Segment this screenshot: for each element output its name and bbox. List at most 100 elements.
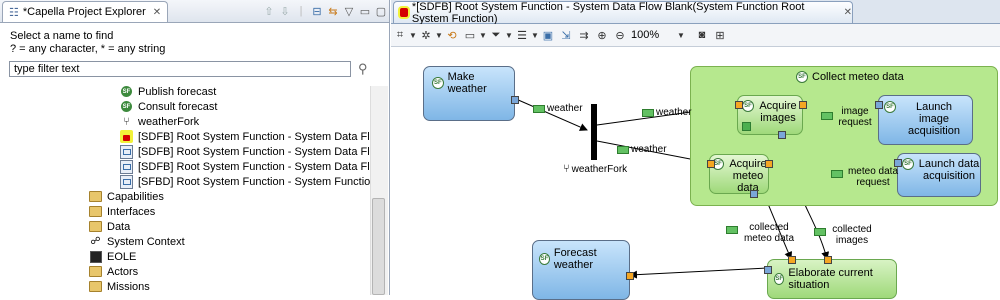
input-port[interactable] bbox=[824, 256, 832, 264]
tree-item-label: System Context bbox=[107, 235, 185, 248]
tree-item-label: Consult forecast bbox=[138, 100, 218, 113]
function-elaborate-current-situation[interactable]: SF Elaborate current situation bbox=[764, 256, 897, 299]
lock-icon bbox=[742, 122, 751, 131]
filter-icon[interactable]: ⏷ bbox=[487, 27, 505, 43]
connector-icon[interactable]: ⇉ bbox=[575, 27, 593, 43]
function-launch-image-acquisition[interactable]: SF Launch image acquisition bbox=[875, 95, 973, 145]
tree-item[interactable]: Actors bbox=[89, 264, 138, 279]
link-editor-icon[interactable]: ⇆ bbox=[326, 4, 340, 18]
input-port[interactable] bbox=[765, 160, 773, 168]
layers-menu-icon[interactable]: ☰ bbox=[513, 27, 531, 43]
exchange-label-weather[interactable]: weather bbox=[533, 103, 583, 114]
function-make-weather[interactable]: SF Make weather bbox=[423, 66, 519, 121]
chevron-down-icon[interactable]: ▼ bbox=[505, 27, 513, 43]
exchange-text: weather bbox=[656, 107, 692, 118]
exchange-label-weather[interactable]: weather bbox=[642, 107, 692, 118]
function-label: Acquire images bbox=[759, 100, 797, 124]
tree-item-label: [SDFB] Root System Function - System Dat… bbox=[138, 130, 370, 143]
input-port[interactable] bbox=[707, 160, 715, 168]
chevron-down-icon[interactable]: ▼ bbox=[677, 27, 685, 43]
system-function-icon: SF bbox=[432, 77, 444, 89]
tree-item[interactable]: Missions bbox=[89, 279, 150, 294]
unpin-icon[interactable]: ⇲ bbox=[557, 27, 575, 43]
zoom-out-icon[interactable]: ⊖ bbox=[611, 27, 629, 43]
function-label: Launch data acquisition bbox=[918, 158, 980, 182]
select-tool-icon[interactable]: ⌗ bbox=[391, 27, 409, 43]
input-port[interactable] bbox=[788, 256, 796, 264]
exchange-icon bbox=[726, 226, 738, 234]
tree-item[interactable]: EOLE bbox=[89, 249, 136, 264]
function-label: Launch image acquisition bbox=[908, 101, 960, 137]
exchange-icon bbox=[642, 108, 654, 117]
function-acquire-meteo-data[interactable]: SF Acquire meteo data bbox=[707, 154, 773, 198]
tab-project-explorer[interactable]: ☷ *Capella Project Explorer ✕ bbox=[2, 1, 169, 22]
chevron-down-icon[interactable]: ▼ bbox=[479, 27, 487, 43]
exchange-icon bbox=[617, 145, 629, 154]
output-port[interactable] bbox=[511, 96, 519, 104]
tree-item[interactable]: ⑂ weatherFork bbox=[120, 114, 199, 129]
output-port[interactable] bbox=[764, 266, 772, 274]
tree-item[interactable]: Interfaces bbox=[89, 204, 155, 219]
tree-item[interactable]: [SDFB] Root System Function - System Dat… bbox=[120, 144, 370, 159]
find-label-1: Select a name to find bbox=[10, 30, 114, 42]
exchange-label-collected-meteo-data[interactable]: collected meteo data bbox=[726, 222, 798, 244]
tree-item-label: EOLE bbox=[107, 250, 137, 263]
exchange-icon bbox=[814, 228, 826, 236]
exchange-label-collected-images[interactable]: collected images bbox=[814, 224, 876, 246]
input-port[interactable] bbox=[626, 272, 634, 280]
tree-item[interactable]: ☍ System Context bbox=[89, 234, 185, 249]
output-port[interactable] bbox=[750, 190, 758, 198]
arrange-icon[interactable]: ✲ bbox=[417, 27, 435, 43]
exchange-label-meteo-data-request[interactable]: meteo data request bbox=[831, 166, 901, 188]
function-forecast-weather[interactable]: SF Forecast weather bbox=[532, 240, 634, 300]
zoom-in-icon[interactable]: ⊕ bbox=[593, 27, 611, 43]
exchange-label-weather[interactable]: weather bbox=[617, 144, 667, 155]
tree-item[interactable]: [SDFB] Root System Function - System Dat… bbox=[120, 159, 370, 174]
input-port[interactable] bbox=[799, 101, 807, 109]
close-icon[interactable]: ✕ bbox=[153, 7, 161, 18]
minimize-icon[interactable]: ▭ bbox=[358, 4, 372, 18]
tree-item[interactable]: SF Consult forecast bbox=[120, 99, 217, 114]
exchange-label-image-request[interactable]: image request bbox=[821, 106, 875, 128]
layer-icon[interactable]: ▭ bbox=[461, 27, 479, 43]
edge-to-forecast[interactable] bbox=[629, 267, 768, 279]
diagram-icon bbox=[120, 174, 133, 189]
system-function-icon: SF bbox=[120, 100, 133, 113]
system-function-icon: SF bbox=[120, 85, 133, 98]
exchange-text: image request bbox=[838, 106, 872, 128]
tree-item[interactable]: Data bbox=[89, 219, 130, 234]
output-port[interactable] bbox=[875, 101, 883, 109]
scrollbar-thumb[interactable] bbox=[372, 198, 385, 295]
refresh-icon[interactable]: ⟲ bbox=[443, 27, 461, 43]
filter-input[interactable] bbox=[9, 61, 351, 77]
function-acquire-images[interactable]: SF Acquire images bbox=[735, 95, 807, 139]
close-icon[interactable]: ✕ bbox=[844, 7, 852, 18]
arrow-down-icon[interactable]: ⇩ bbox=[278, 4, 292, 18]
diagram-canvas[interactable]: ⑂ weatherFork SF Make weather SF Collect… bbox=[391, 47, 1000, 300]
tree-item[interactable]: [SFBD] Root System Function - System Fun… bbox=[120, 174, 370, 189]
view-menu-icon[interactable]: ▽ bbox=[342, 4, 356, 18]
arrow-up-icon[interactable]: ⇧ bbox=[262, 4, 276, 18]
collapse-all-icon[interactable]: ⊟ bbox=[310, 4, 324, 18]
search-icon[interactable]: ⚲ bbox=[358, 61, 368, 77]
tree-item[interactable]: SF Publish forecast bbox=[120, 84, 216, 99]
weather-fork-bar[interactable] bbox=[591, 104, 597, 160]
tab-diagram-editor[interactable]: *[SDFB] Root System Function - System Da… bbox=[393, 1, 853, 25]
function-launch-data-acquisition[interactable]: SF Launch data acquisition bbox=[894, 153, 981, 197]
folder-icon bbox=[89, 280, 102, 293]
tree-item-selected[interactable]: [SDFB] Root System Function - System Dat… bbox=[120, 129, 370, 144]
layout-icon[interactable]: ⊞ bbox=[711, 27, 729, 43]
pin-icon[interactable]: ▣ bbox=[539, 27, 557, 43]
output-port[interactable] bbox=[778, 131, 786, 139]
zoom-select[interactable]: 100% bbox=[629, 29, 677, 41]
locked-diagram-icon bbox=[120, 130, 133, 143]
chevron-down-icon[interactable]: ▼ bbox=[531, 27, 539, 43]
maximize-icon[interactable]: ▢ bbox=[374, 4, 388, 18]
input-port[interactable] bbox=[735, 101, 743, 109]
chevron-down-icon[interactable]: ▼ bbox=[409, 27, 417, 43]
tree-item[interactable]: Capabilities bbox=[89, 189, 164, 204]
system-function-icon: SF bbox=[774, 273, 785, 285]
chevron-down-icon[interactable]: ▼ bbox=[435, 27, 443, 43]
fork-icon: ⑂ bbox=[563, 163, 570, 175]
camera-icon[interactable]: ◙ bbox=[693, 27, 711, 43]
